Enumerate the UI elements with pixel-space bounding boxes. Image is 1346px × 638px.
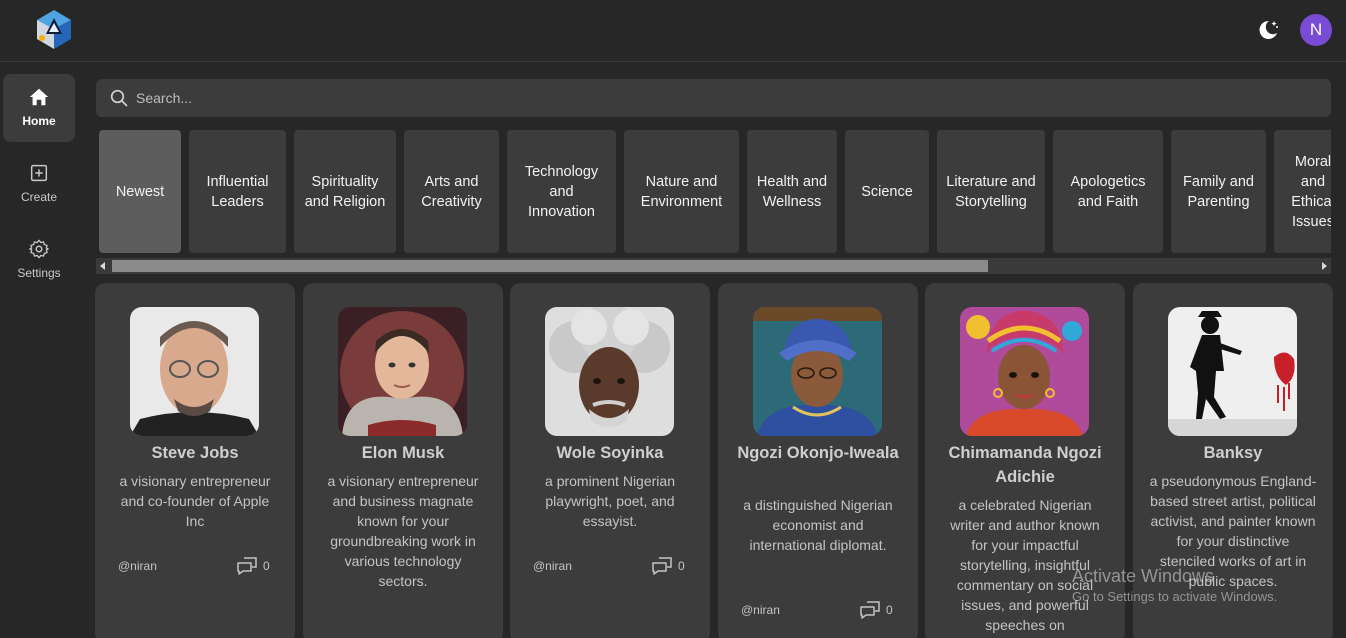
persona-portrait: [338, 307, 467, 436]
app-logo-icon[interactable]: [34, 8, 74, 50]
persona-card[interactable]: Wole Soyinka a prominent Nigerian playwr…: [510, 283, 710, 638]
chat-count: 0: [860, 601, 900, 619]
persona-author: @niran: [118, 559, 157, 573]
persona-description: a visionary entrepreneur and business ma…: [327, 473, 479, 589]
persona-portrait: [545, 307, 674, 436]
category-spirituality-and-religion[interactable]: Spirituality and Religion: [294, 130, 396, 253]
gear-icon: [29, 239, 49, 259]
sidebar-item-home[interactable]: Home: [3, 74, 75, 142]
persona-card[interactable]: Ngozi Okonjo-Iweala a distinguished Nige…: [718, 283, 918, 638]
sidebar: Home Create Settings: [0, 62, 80, 638]
persona-name: Steve Jobs: [151, 444, 239, 462]
persona-name: Chimamanda Ngozi Adichie: [948, 444, 1102, 486]
sidebar-item-label: Home: [22, 114, 56, 128]
sidebar-item-create[interactable]: Create: [3, 150, 75, 218]
persona-author: @niran: [741, 603, 780, 617]
persona-description: a prominent Nigerian playwright, poet, a…: [545, 473, 675, 529]
category-arts-and-creativity[interactable]: Arts and Creativity: [404, 130, 499, 253]
search-input[interactable]: [136, 79, 1316, 117]
persona-portrait: [753, 307, 882, 436]
chat-count-value: 0: [263, 559, 270, 573]
persona-description: a visionary entrepreneur and co-founder …: [119, 473, 271, 529]
chat-count-value: 0: [678, 559, 685, 573]
chat-bubbles-icon: [237, 557, 257, 575]
persona-author: @niran: [533, 559, 572, 573]
persona-name: Ngozi Okonjo-Iweala: [737, 444, 899, 462]
persona-description: a celebrated Nigerian writer and author …: [950, 497, 1100, 633]
search-icon: [110, 89, 128, 107]
chat-count-value: 0: [886, 603, 893, 617]
category-strip: Newest Influential Leaders Spirituality …: [96, 128, 1331, 256]
sidebar-item-settings[interactable]: Settings: [3, 226, 75, 294]
category-health-and-wellness[interactable]: Health and Wellness: [747, 130, 837, 253]
chat-count: 0: [652, 557, 692, 575]
persona-card[interactable]: Steve Jobs a visionary entrepreneur and …: [95, 283, 295, 638]
sidebar-item-label: Settings: [17, 266, 61, 280]
category-literature-and-storytelling[interactable]: Literature and Storytelling: [937, 130, 1045, 253]
scroll-left-arrow-icon[interactable]: [96, 258, 110, 274]
persona-name: Wole Soyinka: [556, 444, 664, 462]
theme-toggle-moon-icon[interactable]: [1256, 18, 1280, 42]
user-avatar[interactable]: N: [1300, 14, 1332, 46]
top-bar: N: [0, 0, 1346, 62]
chat-count: 0: [237, 557, 277, 575]
scrollbar-thumb[interactable]: [112, 260, 988, 272]
scroll-right-arrow-icon[interactable]: [1317, 258, 1331, 274]
chat-bubbles-icon: [860, 601, 880, 619]
category-moral-and-ethical-issues[interactable]: Moral and Ethical Issues: [1274, 130, 1331, 253]
sidebar-item-label: Create: [20, 190, 58, 204]
plus-square-icon: [30, 164, 48, 182]
category-scrollbar[interactable]: [96, 258, 1331, 274]
persona-portrait: [130, 307, 259, 436]
category-influential-leaders[interactable]: Influential Leaders: [189, 130, 286, 253]
persona-card[interactable]: Chimamanda Ngozi Adichie a celebrated Ni…: [925, 283, 1125, 638]
persona-portrait: [960, 307, 1089, 436]
category-science[interactable]: Science: [845, 130, 929, 253]
category-family-and-parenting[interactable]: Family and Parenting: [1171, 130, 1266, 253]
persona-card[interactable]: Banksy a pseudonymous England-based stre…: [1133, 283, 1333, 638]
category-apologetics-and-faith[interactable]: Apologetics and Faith: [1053, 130, 1163, 253]
category-technology-and-innovation[interactable]: Technology and Innovation: [507, 130, 616, 253]
persona-portrait: [1168, 307, 1297, 436]
persona-name: Elon Musk: [361, 444, 445, 462]
home-icon: [29, 88, 49, 106]
persona-name: Banksy: [1203, 444, 1263, 462]
category-nature-and-environment[interactable]: Nature and Environment: [624, 130, 739, 253]
chat-bubbles-icon: [652, 557, 672, 575]
search-bar: [96, 79, 1331, 117]
persona-card[interactable]: Elon Musk a visionary entrepreneur and b…: [303, 283, 503, 638]
persona-description: a distinguished Nigerian economist and i…: [743, 497, 893, 553]
category-newest[interactable]: Newest: [99, 130, 181, 253]
persona-description: a pseudonymous England-based street arti…: [1149, 473, 1317, 589]
